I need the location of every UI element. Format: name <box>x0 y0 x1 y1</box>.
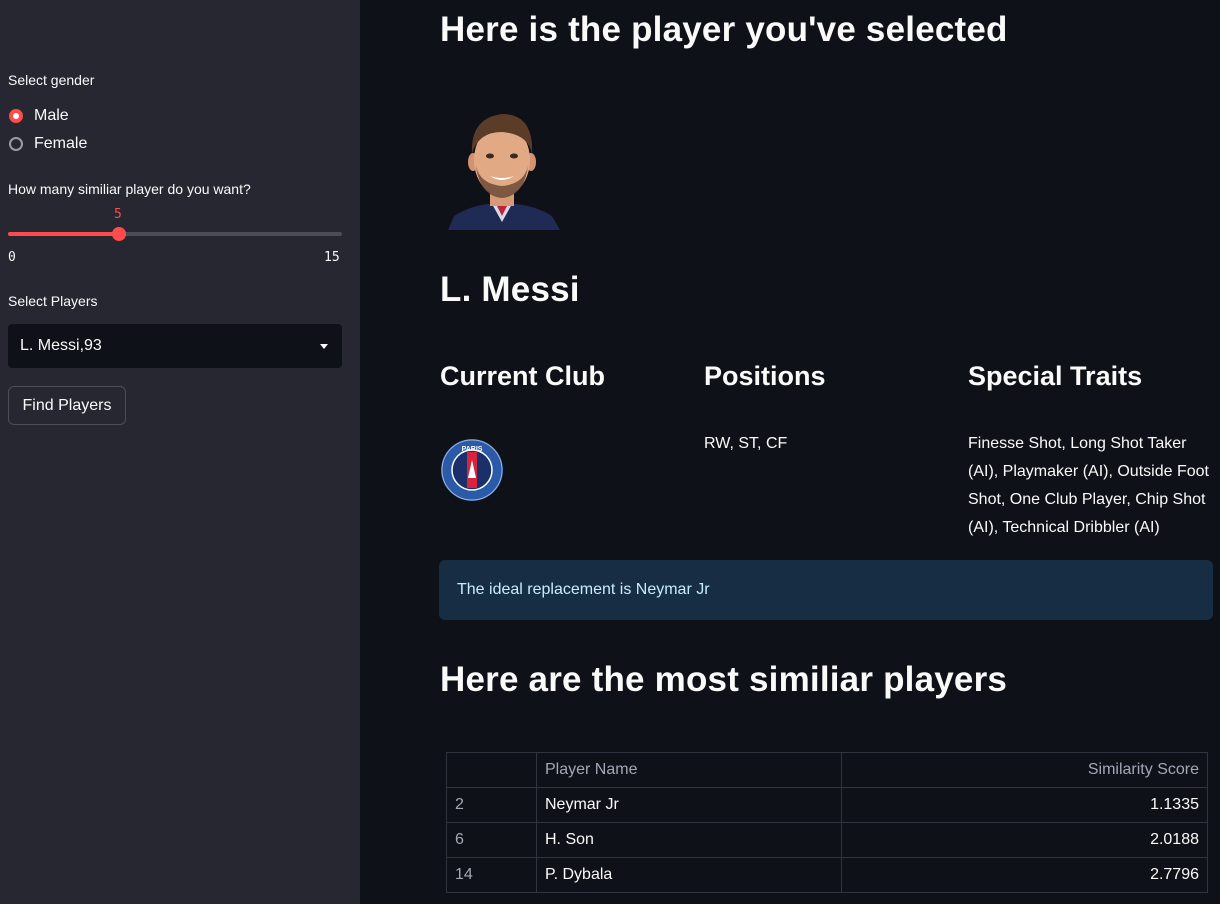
positions-value: RW, ST, CF <box>704 435 788 452</box>
column-header-similarity-score[interactable]: Similarity Score <box>841 752 1208 788</box>
similarity-score-cell: 1.1335 <box>841 787 1208 823</box>
club-logo-text: PARIS <box>462 446 483 453</box>
row-index: 2 <box>446 787 537 823</box>
similarity-score-cell: 2.0188 <box>841 822 1208 858</box>
slider-max: 15 <box>324 250 340 265</box>
slider-label: How many similiar player do you want? <box>8 181 251 197</box>
replacement-text: The ideal replacement is Neymar Jr <box>457 581 710 598</box>
similar-count-slider[interactable] <box>8 227 342 241</box>
table-header-row: Player Name Similarity Score <box>446 752 1208 788</box>
row-index: 6 <box>446 822 537 858</box>
slider-value: 5 <box>114 207 122 222</box>
gender-label: Select gender <box>8 72 95 88</box>
traits-heading: Special Traits <box>968 361 1143 391</box>
replacement-info: The ideal replacement is Neymar Jr <box>439 560 1213 620</box>
similar-heading: Here are the most similiar players <box>440 660 1008 699</box>
radio-selected-icon[interactable] <box>9 109 23 123</box>
club-heading: Current Club <box>440 361 605 391</box>
player-name: L. Messi <box>440 270 580 309</box>
table-row: 14 P. Dybala 2.7796 <box>446 857 1208 893</box>
radio-female[interactable]: Female <box>9 135 87 153</box>
table-row: 6 H. Son 2.0188 <box>446 822 1208 858</box>
column-header-player-name[interactable]: Player Name <box>536 752 842 788</box>
radio-male[interactable]: Male <box>9 107 69 125</box>
find-players-button[interactable]: Find Players <box>8 386 126 425</box>
slider-fill <box>8 232 120 236</box>
radio-unselected-icon[interactable] <box>9 137 23 151</box>
player-name-cell: P. Dybala <box>536 857 842 893</box>
player-select-value: L. Messi,93 <box>20 337 102 354</box>
column-header-index[interactable] <box>446 752 537 788</box>
slider-thumb[interactable] <box>112 227 127 241</box>
table-row: 2 Neymar Jr 1.1335 <box>446 787 1208 823</box>
sidebar: Select gender Male Female How many simil… <box>0 0 360 904</box>
radio-male-label: Male <box>34 107 69 124</box>
chevron-down-icon[interactable] <box>320 344 328 349</box>
similarity-score-cell: 2.7796 <box>841 857 1208 893</box>
traits-value: Finesse Shot, Long Shot Taker (AI), Play… <box>968 435 1209 536</box>
player-name-cell: H. Son <box>536 822 842 858</box>
players-label: Select Players <box>8 293 98 309</box>
club-logo: PARIS <box>441 439 503 501</box>
slider-min: 0 <box>8 250 16 265</box>
player-name-cell: Neymar Jr <box>536 787 842 823</box>
positions-heading: Positions <box>704 361 826 391</box>
row-index: 14 <box>446 857 537 893</box>
player-photo <box>448 114 560 230</box>
player-select[interactable]: L. Messi,93 <box>8 324 342 368</box>
similar-players-table: Player Name Similarity Score 2 Neymar Jr… <box>446 752 1208 893</box>
radio-female-label: Female <box>34 135 88 152</box>
selected-heading: Here is the player you've selected <box>440 10 1008 49</box>
